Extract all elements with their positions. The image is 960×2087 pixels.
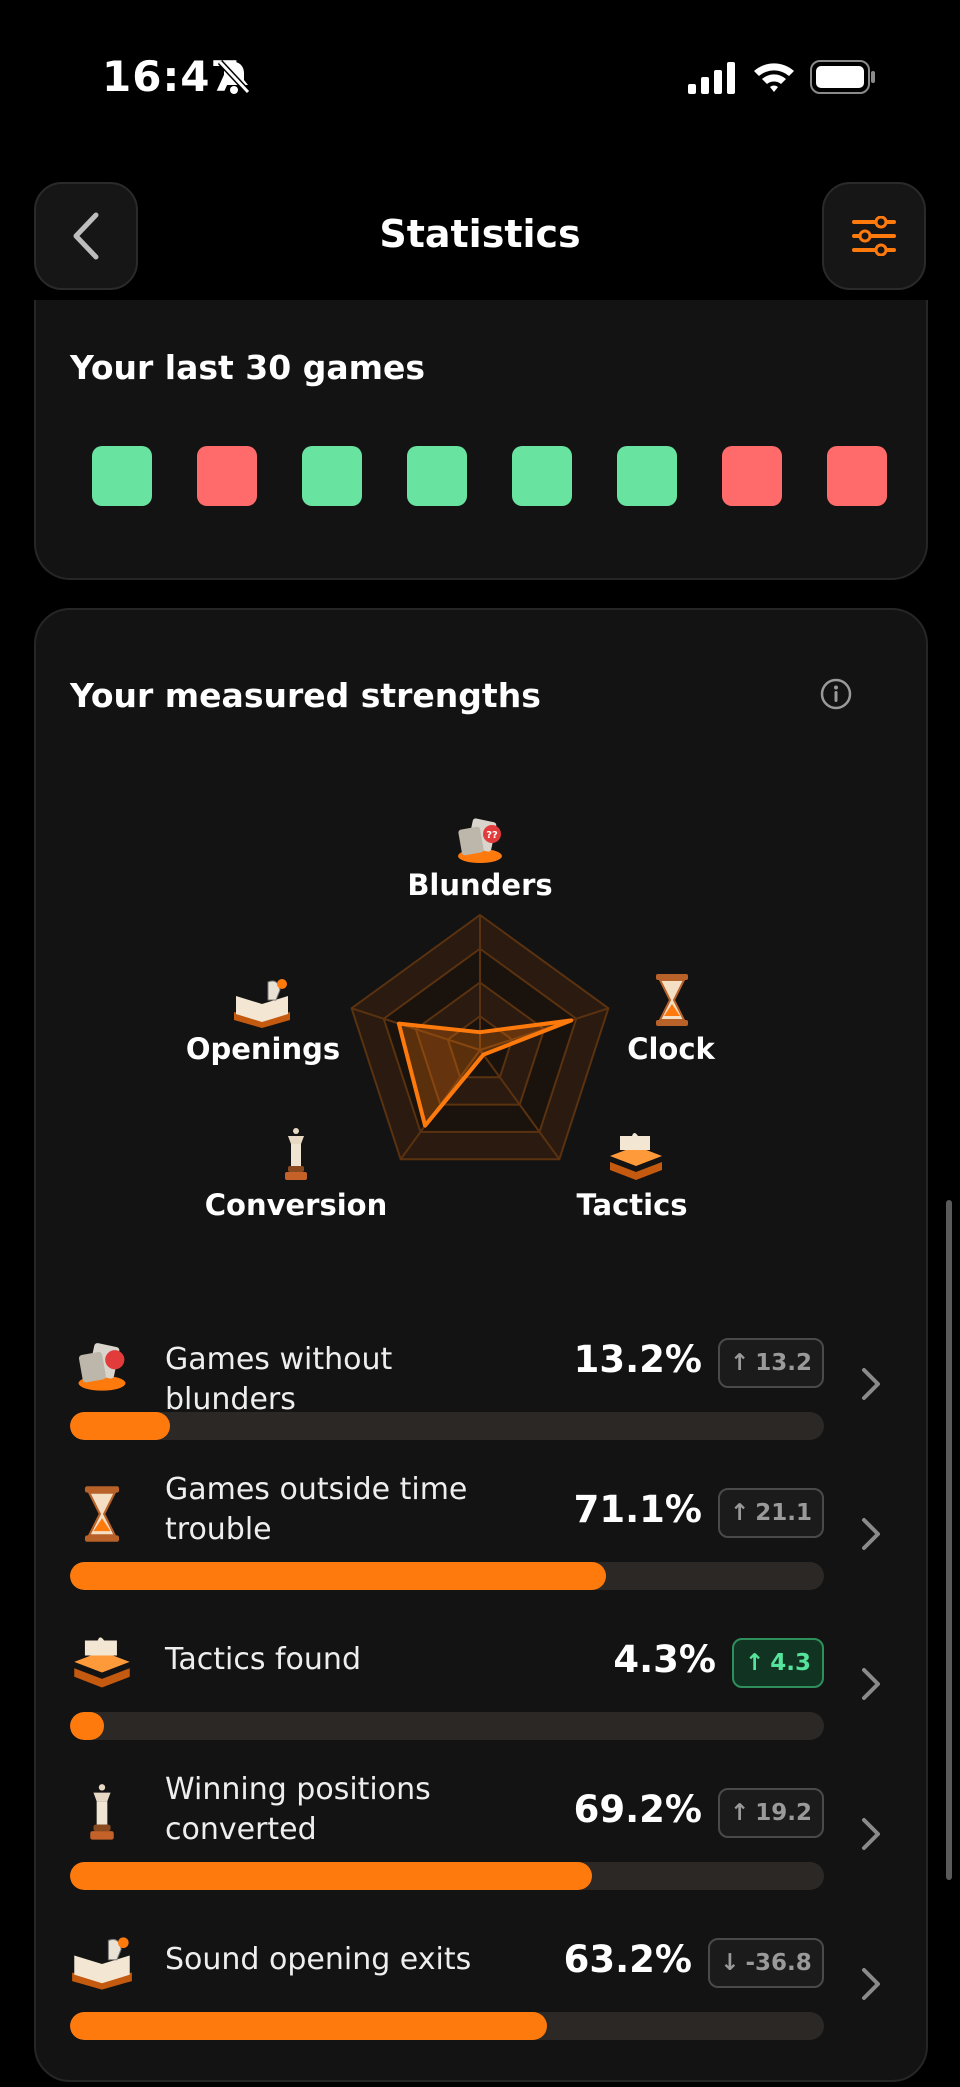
chevron-right-icon[interactable] xyxy=(856,1964,884,2004)
delta-value: 13.2 xyxy=(755,1350,813,1376)
game-result-win[interactable] xyxy=(512,446,572,506)
game-result-loss[interactable] xyxy=(827,446,887,506)
metric-value: 63.2% xyxy=(563,1938,692,1981)
puzzle-icon xyxy=(74,1637,130,1688)
wifi-icon xyxy=(754,63,794,92)
opening-book-icon xyxy=(234,979,290,1028)
battery-icon xyxy=(810,60,875,94)
game-result-win[interactable] xyxy=(302,446,362,506)
metric-value: 69.2% xyxy=(573,1788,702,1831)
axis-label-clock: Clock xyxy=(627,1032,715,1066)
progress-fill xyxy=(70,1712,104,1740)
delta-value: 4.3 xyxy=(770,1650,812,1676)
arrow-up-icon: ↑ xyxy=(729,1350,750,1376)
delta-badge: ↑ 19.2 xyxy=(718,1788,824,1838)
game-result-win[interactable] xyxy=(617,446,677,506)
delta-value: 21.1 xyxy=(755,1500,813,1526)
axis-label-tactics: Tactics xyxy=(576,1188,688,1222)
arrow-down-icon: ↓ xyxy=(720,1950,740,1976)
delta-badge: ↑ 4.3 xyxy=(732,1638,824,1688)
delta-badge: ↑ 13.2 xyxy=(718,1338,824,1388)
metric-value: 13.2% xyxy=(573,1338,702,1381)
game-result-win[interactable] xyxy=(407,446,467,506)
chevron-right-icon[interactable] xyxy=(856,1664,884,1704)
progress-track xyxy=(70,1712,824,1740)
metric-label: Games without blunders xyxy=(165,1342,393,1417)
metric-value: 71.1% xyxy=(573,1488,702,1531)
queen-icon xyxy=(285,1128,307,1180)
progress-fill xyxy=(70,1412,170,1440)
axis-label-openings: Openings xyxy=(185,1032,341,1066)
arrow-up-icon: ↑ xyxy=(729,1800,750,1826)
axis-label-blunders: Blunders xyxy=(407,868,553,902)
last-games-card xyxy=(34,300,928,580)
scrollbar[interactable] xyxy=(946,1200,952,1880)
metric-label: Sound opening exits xyxy=(165,1942,472,1977)
delta-value: -36.8 xyxy=(745,1950,812,1976)
filter-button[interactable] xyxy=(822,182,926,290)
metric-label: Tactics found xyxy=(165,1642,361,1677)
metric-label: Winning positions converted xyxy=(165,1772,431,1847)
game-result-win[interactable] xyxy=(92,446,152,506)
hourglass-icon xyxy=(84,1486,120,1542)
chevron-right-icon[interactable] xyxy=(856,1514,884,1554)
game-result-loss[interactable] xyxy=(722,446,782,506)
progress-track xyxy=(70,2012,824,2040)
progress-fill xyxy=(70,2012,547,2040)
page-title: Statistics xyxy=(379,212,581,256)
cellular-signal-icon xyxy=(688,62,735,94)
metric-value: 4.3% xyxy=(613,1638,716,1681)
axis-label-conversion: Conversion xyxy=(204,1188,388,1222)
game-result-loss[interactable] xyxy=(197,446,257,506)
blunder-icon: ?? xyxy=(458,818,502,863)
arrow-up-icon: ↑ xyxy=(744,1650,765,1676)
progress-track xyxy=(70,1862,824,1890)
progress-track xyxy=(70,1562,824,1590)
progress-track xyxy=(70,1412,824,1440)
opening-book-icon xyxy=(72,1937,132,1990)
chevron-right-icon[interactable] xyxy=(856,1364,884,1404)
info-icon[interactable] xyxy=(820,678,852,710)
chevron-right-icon[interactable] xyxy=(856,1814,884,1854)
delta-badge: ↓ -36.8 xyxy=(708,1938,824,1988)
delta-badge: ↑ 21.1 xyxy=(718,1488,824,1538)
hourglass-icon xyxy=(656,974,688,1026)
blunder-icon xyxy=(78,1343,126,1391)
delta-value: 19.2 xyxy=(755,1800,813,1826)
svg-text:??: ?? xyxy=(486,830,498,841)
arrow-up-icon: ↑ xyxy=(729,1500,750,1526)
metric-label: Games outside time trouble xyxy=(165,1472,468,1547)
queen-icon xyxy=(90,1784,114,1840)
progress-fill xyxy=(70,1562,607,1590)
puzzle-icon xyxy=(610,1133,662,1180)
sliders-icon xyxy=(852,216,896,256)
last-games-title: Your last 30 games xyxy=(70,348,425,387)
bell-muted-icon xyxy=(217,59,251,95)
progress-fill xyxy=(70,1862,592,1890)
strengths-title: Your measured strengths xyxy=(70,676,541,715)
